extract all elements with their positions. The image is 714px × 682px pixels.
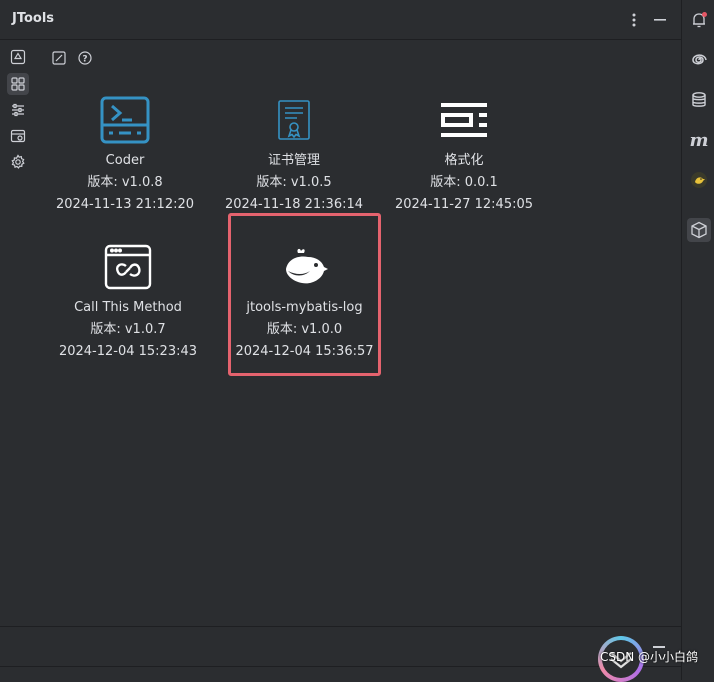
plugin-card-certificate[interactable]: 证书管理 版本: v1.0.5 2024-11-18 21:36:14 bbox=[219, 94, 369, 216]
sliders-icon[interactable] bbox=[7, 99, 29, 121]
plugin-version: 版本: 0.0.1 bbox=[430, 175, 498, 190]
watermark: CSDN @小小白鸽 bbox=[600, 650, 699, 664]
duck-icon[interactable] bbox=[687, 168, 711, 192]
left-toolbar bbox=[0, 40, 38, 626]
plugin-card-call-this-method[interactable]: Call This Method 版本: v1.0.7 2024-12-04 1… bbox=[53, 241, 203, 363]
bird-icon bbox=[279, 241, 331, 293]
swirl-icon[interactable] bbox=[687, 48, 711, 72]
link-window-icon bbox=[102, 241, 154, 293]
m-icon[interactable]: m bbox=[687, 128, 711, 152]
plugin-name: 证书管理 bbox=[267, 153, 320, 168]
jtools-panel: JTools ? Coder 版本: v1.0.8 2024-11-13 21:… bbox=[0, 0, 681, 680]
plugin-name: Coder bbox=[105, 153, 145, 168]
calendar-icon[interactable] bbox=[7, 125, 29, 147]
recycle-icon[interactable] bbox=[7, 46, 29, 68]
certificate-icon bbox=[268, 94, 320, 146]
plugin-version: 版本: v1.0.0 bbox=[266, 322, 343, 337]
format-icon bbox=[438, 94, 490, 146]
more-vertical-icon[interactable] bbox=[624, 10, 644, 30]
right-toolbar: m bbox=[681, 0, 714, 680]
cube-icon[interactable] bbox=[687, 218, 711, 242]
status-divider bbox=[0, 666, 681, 667]
plugin-card-coder[interactable]: Coder 版本: v1.0.8 2024-11-13 21:12:20 bbox=[50, 94, 200, 216]
plugin-version: 版本: v1.0.5 bbox=[256, 175, 332, 190]
plugin-version: 版本: v1.0.8 bbox=[87, 175, 163, 190]
plugin-card-format[interactable]: 格式化 版本: 0.0.1 2024-11-27 12:45:05 bbox=[389, 94, 539, 216]
terminal-icon bbox=[99, 94, 151, 146]
minimize-icon[interactable] bbox=[650, 10, 670, 30]
plugin-card-mybatis-log[interactable]: jtools-mybatis-log 版本: v1.0.0 2024-12-04… bbox=[228, 213, 381, 376]
help-icon[interactable]: ? bbox=[76, 49, 94, 67]
panel-titlebar: JTools bbox=[0, 0, 681, 40]
database-icon[interactable] bbox=[687, 88, 711, 112]
plugin-date: 2024-12-04 15:36:57 bbox=[235, 344, 374, 359]
gear-icon[interactable] bbox=[7, 151, 29, 173]
plugin-date: 2024-12-04 15:23:43 bbox=[58, 344, 198, 359]
bottom-divider bbox=[0, 626, 681, 627]
edit-icon[interactable] bbox=[50, 49, 68, 67]
plugin-name: jtools-mybatis-log bbox=[246, 300, 363, 315]
plugin-date: 2024-11-27 12:45:05 bbox=[394, 197, 534, 212]
plugin-name: Call This Method bbox=[74, 300, 182, 315]
plugin-version: 版本: v1.0.7 bbox=[90, 322, 166, 337]
svg-text:m: m bbox=[689, 131, 708, 149]
svg-text:?: ? bbox=[82, 55, 87, 65]
plugin-date: 2024-11-13 21:12:20 bbox=[55, 197, 195, 212]
panel-title: JTools bbox=[12, 11, 55, 26]
grid-icon[interactable] bbox=[7, 73, 29, 95]
notification-bell-icon[interactable] bbox=[687, 8, 711, 32]
plugin-name: 格式化 bbox=[444, 153, 484, 168]
